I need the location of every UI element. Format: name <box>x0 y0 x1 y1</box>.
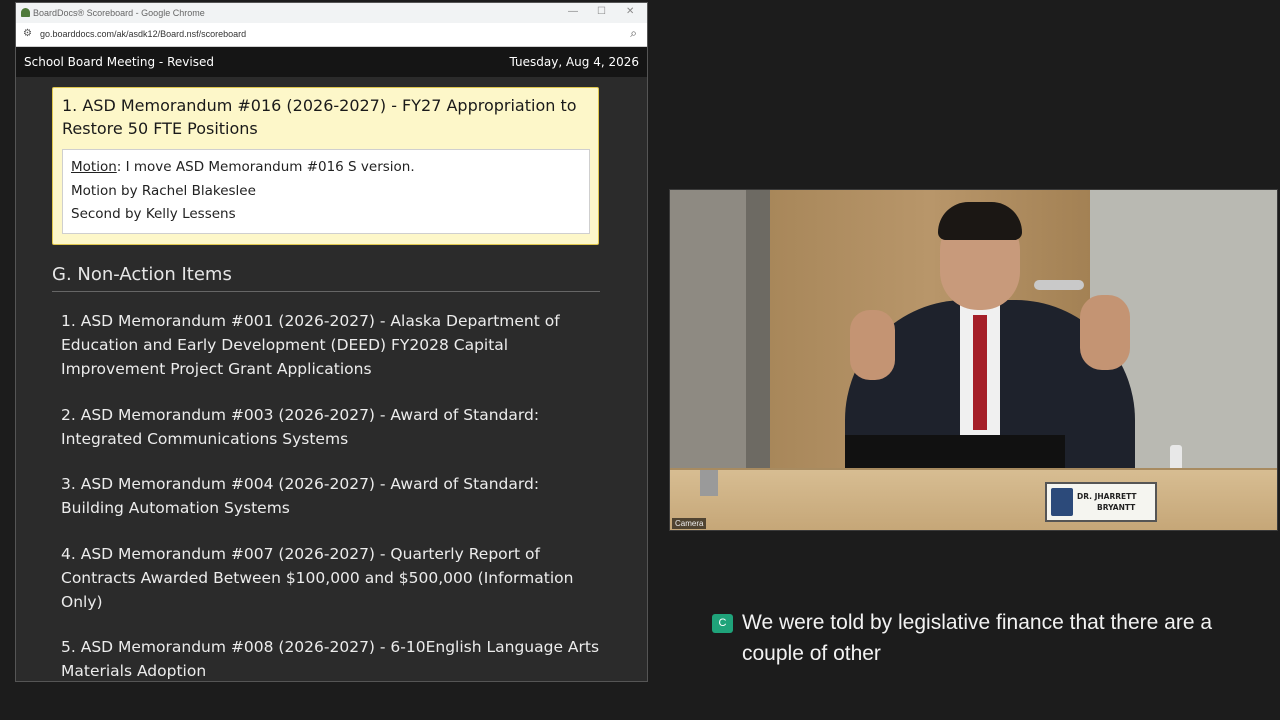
address-bar[interactable]: ⚙ go.boarddocs.com/ak/asdk12/Board.nsf/s… <box>16 23 647 47</box>
second-by: Second by Kelly Lessens <box>71 206 236 222</box>
minimize-button[interactable]: — <box>568 6 578 17</box>
zoom-icon[interactable]: ⌕ <box>630 26 637 41</box>
speaker-tie <box>973 315 987 430</box>
close-button[interactable]: ✕ <box>626 6 634 17</box>
motion-box: Motion: I move ASD Memorandum #016 S ver… <box>62 149 590 234</box>
boarddocs-favicon-icon <box>21 8 30 17</box>
nameplate: DR. JHARRETT BRYANTT <box>1045 482 1157 522</box>
page-header: School Board Meeting - Revised Tuesday, … <box>16 47 647 77</box>
podium <box>670 470 1277 530</box>
browser-titlebar: BoardDocs® Scoreboard - Google Chrome — … <box>16 3 647 23</box>
caption-badge-icon: C <box>712 614 733 633</box>
speaker-hand <box>850 310 895 380</box>
caption-text: We were told by legislative finance that… <box>742 611 1213 665</box>
motion-line: Motion: I move ASD Memorandum #016 S ver… <box>71 156 581 180</box>
agenda-item: 3. ASD Memorandum #004 (2026-2027) - Awa… <box>61 475 540 517</box>
drink-can <box>700 470 718 496</box>
url-text[interactable]: go.boarddocs.com/ak/asdk12/Board.nsf/sco… <box>40 29 246 39</box>
agenda-item: 1. ASD Memorandum #001 (2026-2027) - Ala… <box>61 312 560 378</box>
window-title: BoardDocs® Scoreboard - Google Chrome <box>33 8 205 18</box>
nameplate-line2: BRYANTT <box>1097 503 1136 512</box>
agenda-item: 2. ASD Memorandum #003 (2026-2027) - Awa… <box>61 405 540 448</box>
browser-window: BoardDocs® Scoreboard - Google Chrome — … <box>16 3 647 681</box>
meeting-date: Tuesday, Aug 4, 2026 <box>509 55 640 69</box>
motion-text: : I move ASD Memorandum #016 S version. <box>116 159 415 175</box>
current-item-title: 1. ASD Memorandum #016 (2026-2027) - FY2… <box>62 96 577 138</box>
section-heading: G. Non-Action Items <box>52 264 600 292</box>
door-handle <box>1034 280 1084 290</box>
speaker-hand <box>1080 295 1130 370</box>
tune-icon[interactable]: ⚙ <box>23 28 32 39</box>
motion-label: Motion <box>71 159 117 175</box>
current-item-card: 1. ASD Memorandum #016 (2026-2027) - FY2… <box>52 87 599 245</box>
camera-label: Camera <box>672 518 707 529</box>
camera-video-feed: DR. JHARRETT BRYANTT Camera <box>669 189 1278 531</box>
agenda-item-list: 1. ASD Memorandum #001 (2026-2027) - Ala… <box>61 309 601 681</box>
district-seal-icon <box>1051 488 1073 516</box>
agenda-item: 4. ASD Memorandum #007 (2026-2027) - Qua… <box>61 544 574 611</box>
motion-by: Motion by Rachel Blakeslee <box>71 182 256 199</box>
maximize-button[interactable]: ☐ <box>597 6 606 17</box>
speaker-hair <box>938 202 1022 240</box>
meeting-title: School Board Meeting - Revised <box>24 55 214 69</box>
nameplate-line1: DR. JHARRETT <box>1077 492 1137 501</box>
agenda-item: 5. ASD Memorandum #008 (2026-2027) - 6-1… <box>61 638 600 680</box>
scoreboard-content: 1. ASD Memorandum #016 (2026-2027) - FY2… <box>16 77 647 681</box>
